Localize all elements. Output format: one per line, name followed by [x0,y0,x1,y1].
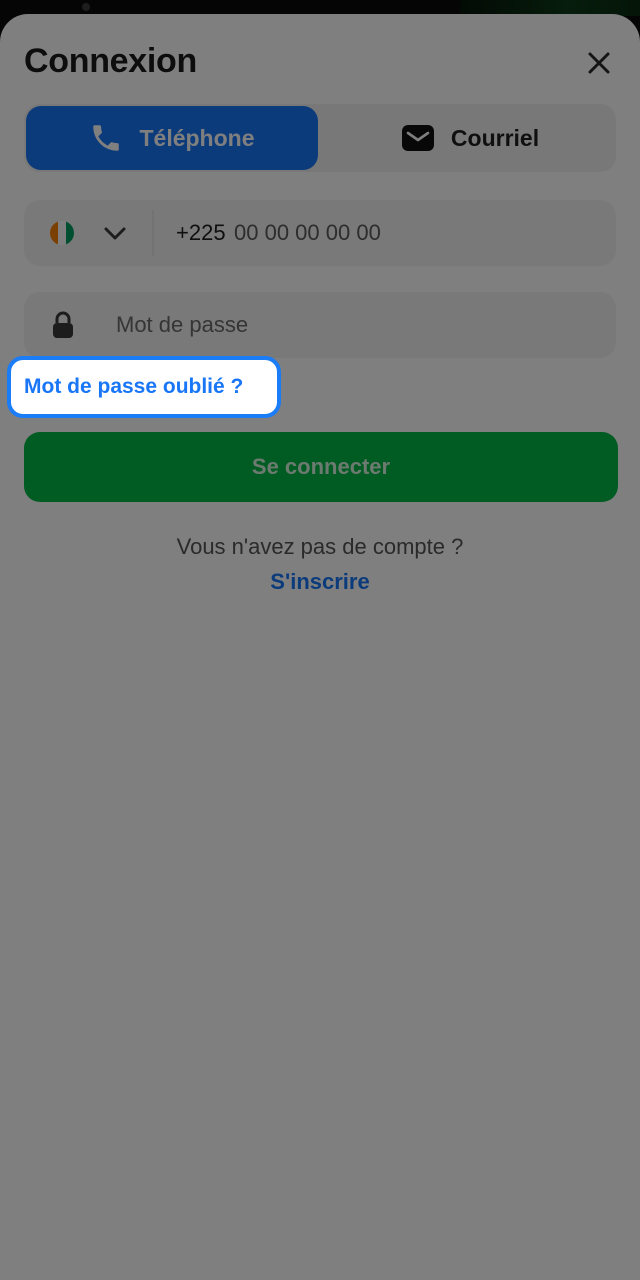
dial-code: +225 [176,220,226,245]
forgot-password-highlight-label: Mot de passe oublié ? [24,375,244,398]
no-account-text: Vous n'avez pas de compte ? [176,534,464,559]
tab-email-label: Courriel [450,124,540,151]
tab-phone[interactable]: Téléphone [26,106,318,170]
cote-divoire-flag-icon[interactable] [50,221,74,245]
phone-field: +225 [24,200,616,266]
phone-icon [93,125,120,151]
chevron-down-icon[interactable] [102,220,128,246]
login-button[interactable]: Se connecter [24,432,618,502]
field-divider [152,210,154,256]
login-method-tabs: Téléphone Courriel [24,104,616,172]
phone-input[interactable] [234,212,594,254]
password-field [24,292,616,358]
tab-email[interactable]: Courriel [326,106,614,170]
camera-dot [82,3,90,11]
close-icon [588,52,610,74]
mail-icon [401,125,434,151]
login-sheet: Connexion Téléphone Courriel +225 00 00 … [0,14,640,1280]
close-button[interactable] [578,42,620,84]
forgot-password-highlight[interactable]: Mot de passe oublié ? [7,356,281,418]
tab-phone-label: Téléphone [139,124,255,151]
page-title: Connexion [24,42,197,80]
lock-icon [53,311,73,338]
signup-link[interactable]: S'inscrire [0,569,640,595]
password-input[interactable] [116,304,586,346]
